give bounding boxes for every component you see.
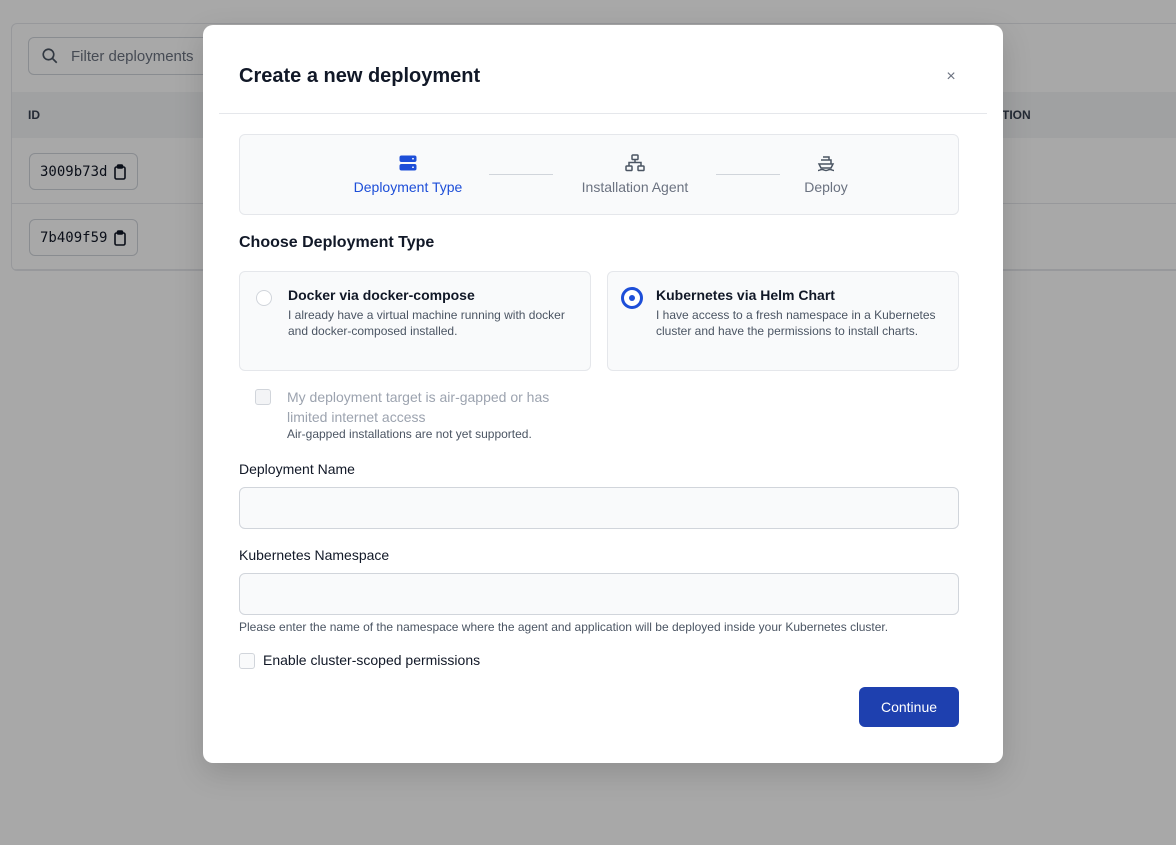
option-title: Docker via docker-compose [288,287,475,303]
step-deployment-type: Deployment Type [348,135,468,216]
header-divider [219,113,987,114]
server-stack-icon [398,153,418,173]
continue-button[interactable]: Continue [859,687,959,727]
ship-icon [816,153,836,173]
step-label: Deployment Type [353,179,463,195]
deployment-name-input[interactable] [239,487,959,529]
option-description: I already have a virtual machine running… [288,308,565,338]
close-button[interactable]: × [941,65,961,89]
airgap-checkbox[interactable] [255,389,271,405]
namespace-help-text: Please enter the name of the namespace w… [239,620,889,634]
step-deploy: Deploy [786,135,866,216]
airgap-note: Air-gapped installations are not yet sup… [287,427,532,441]
airgap-label: My deployment target is air-gapped or ha… [287,389,550,425]
create-deployment-dialog: Create a new deployment × Deployment Typ… [203,25,1003,763]
close-icon: × [946,68,956,85]
step-connector [716,174,780,175]
namespace-label: Kubernetes Namespace [239,547,390,563]
step-label: Installation Agent [581,179,689,195]
step-installation-agent: Installation Agent [570,135,700,216]
cluster-scope-checkbox[interactable] [239,653,255,669]
step-label: Deploy [804,179,848,195]
option-description: I have access to a fresh namespace in a … [656,308,936,338]
docker-radio[interactable] [256,290,272,306]
step-connector [489,174,553,175]
option-kubernetes-helm[interactable]: Kubernetes via Helm Chart I have access … [607,271,959,371]
deployment-name-label: Deployment Name [239,461,355,477]
kubernetes-radio[interactable] [621,287,643,309]
section-title: Choose Deployment Type [239,234,435,251]
dialog-title: Create a new deployment [239,65,481,87]
network-icon [625,153,645,173]
deployment-stepper: Deployment Type Installation Agent Deplo… [239,134,959,215]
option-docker-compose[interactable]: Docker via docker-compose I already have… [239,271,591,371]
cluster-scope-label: Enable cluster-scoped permissions [263,652,481,668]
option-title: Kubernetes via Helm Chart [656,287,835,303]
namespace-input[interactable] [239,573,959,615]
